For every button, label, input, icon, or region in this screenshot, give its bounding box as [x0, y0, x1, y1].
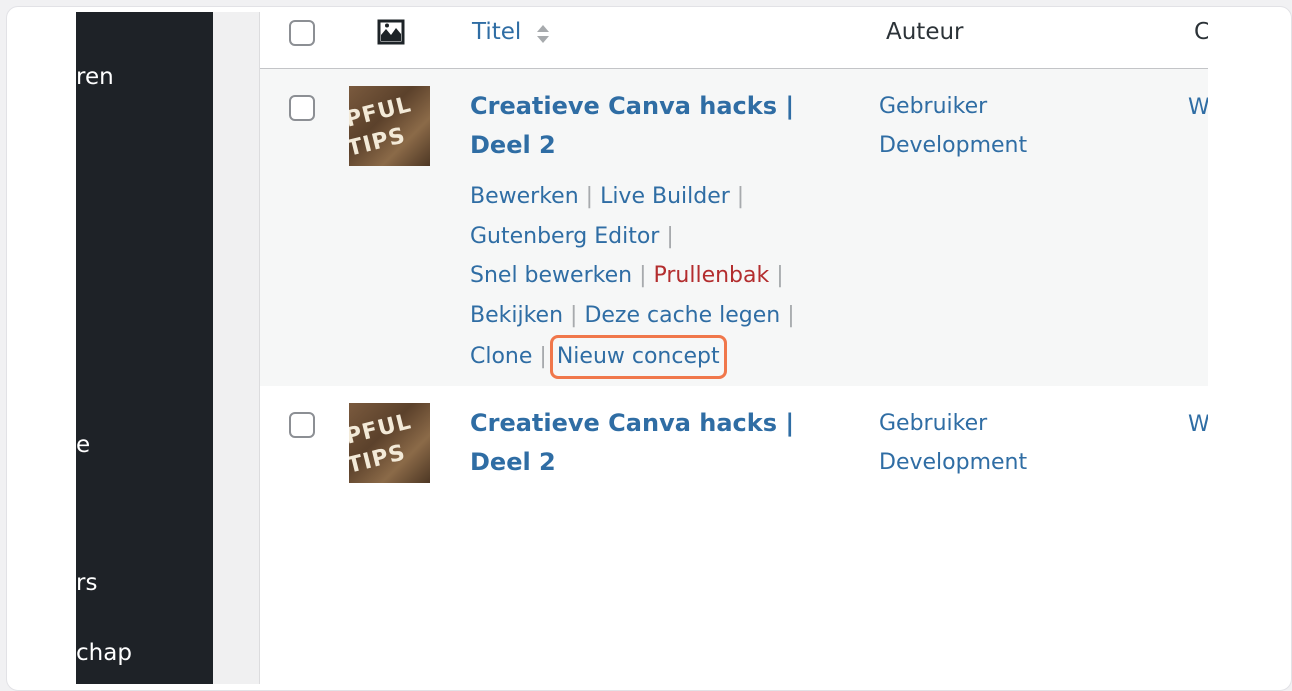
- clear-cache-link[interactable]: Deze cache legen: [584, 303, 780, 328]
- admin-sidebar: ren e rs chap: [76, 12, 213, 684]
- author-link[interactable]: Gebruiker Development: [879, 404, 1099, 482]
- sidebar-item[interactable]: ren: [76, 64, 114, 90]
- column-author-header: Auteur: [886, 19, 964, 45]
- quick-edit-link[interactable]: Snel bewerken: [470, 263, 632, 288]
- post-title-link[interactable]: Creatieve Canva hacks | Deel 2: [470, 87, 850, 165]
- sidebar-item[interactable]: chap: [76, 640, 132, 666]
- column-category-header: C: [1194, 19, 1208, 45]
- live-builder-link[interactable]: Live Builder: [600, 184, 730, 209]
- image-icon: [376, 19, 406, 45]
- row-checkbox[interactable]: [289, 95, 315, 121]
- trash-link[interactable]: Prullenbak: [653, 263, 769, 288]
- gutenberg-editor-link[interactable]: Gutenberg Editor: [470, 224, 659, 249]
- select-all-checkbox[interactable]: [289, 20, 315, 46]
- row-checkbox[interactable]: [289, 412, 315, 438]
- post-thumbnail[interactable]: PFUL TIPS: [349, 86, 430, 166]
- sort-icon[interactable]: [536, 22, 550, 50]
- post-thumbnail[interactable]: PFUL TIPS: [349, 403, 430, 483]
- view-link[interactable]: Bekijken: [470, 303, 563, 328]
- content-gutter: [213, 12, 259, 684]
- row-actions: Bewerken | Live Builder | Gutenberg Edit…: [470, 177, 850, 379]
- sidebar-item[interactable]: e: [76, 432, 90, 458]
- author-link[interactable]: Gebruiker Development: [879, 87, 1099, 165]
- clone-link[interactable]: Clone: [470, 344, 532, 369]
- table-row: PFUL TIPS Creatieve Canva hacks | Deel 2…: [260, 386, 1208, 684]
- category-link[interactable]: W: [1188, 412, 1208, 437]
- table-header: Titel Auteur C: [260, 12, 1208, 69]
- sidebar-item[interactable]: rs: [76, 570, 97, 596]
- column-title-header[interactable]: Titel: [472, 19, 521, 45]
- post-title-link[interactable]: Creatieve Canva hacks | Deel 2: [470, 404, 850, 482]
- new-draft-link[interactable]: Nieuw concept: [549, 335, 727, 379]
- posts-table: Titel Auteur C PFUL TIPS Creatieve Canva…: [260, 12, 1208, 684]
- edit-link[interactable]: Bewerken: [470, 184, 579, 209]
- category-link[interactable]: W: [1188, 95, 1208, 120]
- table-row: PFUL TIPS Creatieve Canva hacks | Deel 2…: [260, 69, 1208, 386]
